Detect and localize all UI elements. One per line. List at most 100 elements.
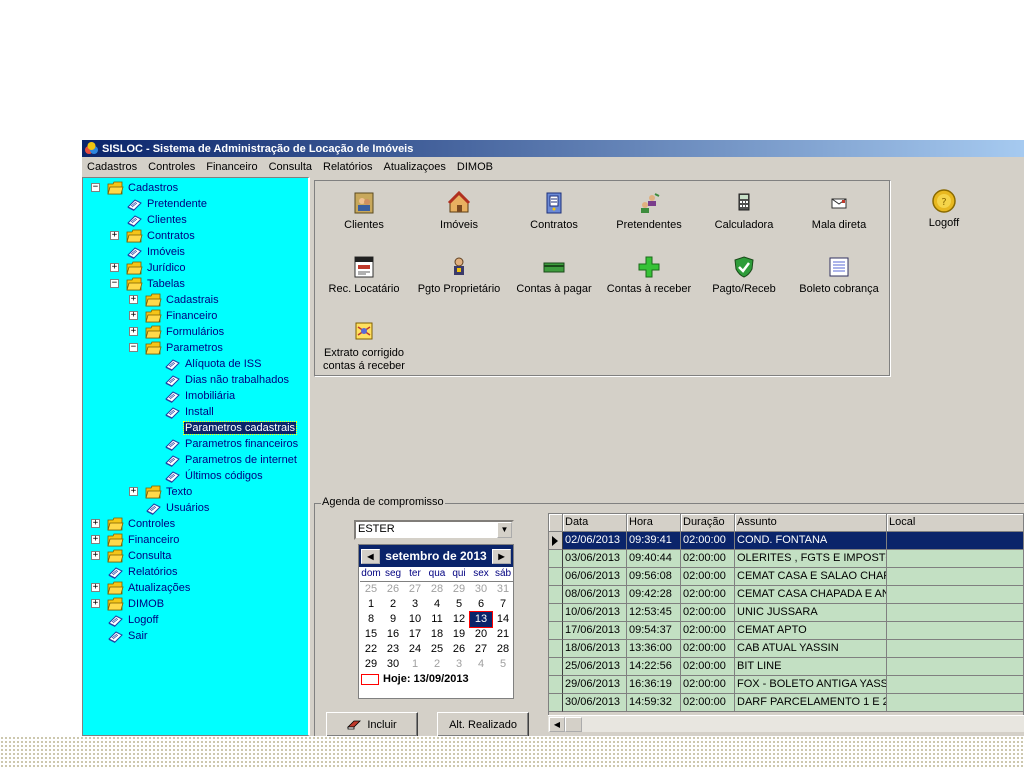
calendar-day[interactable]: 5 bbox=[448, 597, 470, 612]
cell-data[interactable]: 03/06/2013 bbox=[563, 550, 627, 568]
expand-icon[interactable]: + bbox=[91, 535, 100, 544]
calendar-day[interactable]: 26 bbox=[448, 642, 470, 657]
table-row[interactable]: 29/06/2013 16:36:19 02:00:00 FOX - BOLETO A… bbox=[549, 676, 1023, 694]
cell-duracao[interactable]: 02:00:00 bbox=[681, 658, 735, 676]
tree-item[interactable]: + Contratos bbox=[110, 228, 196, 244]
cell-data[interactable]: 18/06/2013 bbox=[563, 640, 627, 658]
toolbar-button-list[interactable]: Boleto cobrança bbox=[792, 255, 886, 296]
tree-item[interactable]: Imóveis bbox=[126, 244, 186, 260]
cell-assunto[interactable]: BIT LINE bbox=[735, 658, 887, 676]
calendar-day[interactable]: 19 bbox=[448, 627, 470, 642]
include-button[interactable]: Incluir bbox=[326, 712, 418, 736]
tree-item[interactable]: − Tabelas bbox=[110, 276, 186, 292]
cell-local[interactable] bbox=[887, 550, 1023, 568]
column-header[interactable]: Hora bbox=[627, 514, 681, 532]
column-header[interactable]: Assunto bbox=[735, 514, 887, 532]
toolbar-button-statement[interactable]: Extrato corrigido contas á receber bbox=[317, 319, 411, 373]
toolbar-button-people[interactable]: Pretendentes bbox=[602, 191, 696, 232]
calendar-day[interactable]: 4 bbox=[426, 597, 448, 612]
calendar-day[interactable]: 14 bbox=[492, 612, 514, 627]
tree-item[interactable]: − Parametros bbox=[129, 340, 224, 356]
tree-item[interactable]: + Controles bbox=[91, 516, 176, 532]
calendar-day[interactable]: 25 bbox=[360, 582, 382, 597]
cell-local[interactable] bbox=[887, 676, 1023, 694]
toolbar-button-house[interactable]: Imóveis bbox=[412, 191, 506, 232]
toolbar-button-owner[interactable]: Pgto Proprietário bbox=[412, 255, 506, 296]
cell-hora[interactable]: 09:56:08 bbox=[627, 568, 681, 586]
calendar-day-today[interactable]: 13 bbox=[469, 611, 493, 628]
toolbar-button-mail[interactable]: Mala direta bbox=[792, 191, 886, 232]
calendar-day[interactable]: 27 bbox=[404, 582, 426, 597]
tree-item[interactable]: Parametros financeiros bbox=[164, 436, 299, 452]
calendar-day[interactable]: 17 bbox=[404, 627, 426, 642]
logoff-button[interactable]: ? Logoff bbox=[922, 188, 966, 229]
cell-hora[interactable]: 09:54:37 bbox=[627, 622, 681, 640]
column-header[interactable]: Duração bbox=[681, 514, 735, 532]
toolbar-button-clients[interactable]: Clientes bbox=[317, 191, 411, 232]
calendar-day[interactable]: 24 bbox=[404, 642, 426, 657]
tree-item[interactable]: + Atualizações bbox=[91, 580, 191, 596]
collapse-icon[interactable]: − bbox=[129, 343, 138, 352]
collapse-icon[interactable]: − bbox=[110, 279, 119, 288]
menu-item-1[interactable]: Controles bbox=[143, 157, 201, 177]
cell-assunto[interactable]: OLERITES , FGTS E IMPOSTO bbox=[735, 550, 887, 568]
cell-data[interactable]: 25/06/2013 bbox=[563, 658, 627, 676]
calendar-day[interactable]: 22 bbox=[360, 642, 382, 657]
calendar-day[interactable]: 28 bbox=[426, 582, 448, 597]
expand-icon[interactable]: + bbox=[91, 519, 100, 528]
calendar-day[interactable]: 28 bbox=[492, 642, 514, 657]
cell-assunto[interactable]: CEMAT CASA E SALAO CHAP bbox=[735, 568, 887, 586]
calendar-day[interactable]: 29 bbox=[448, 582, 470, 597]
cell-hora[interactable]: 16:36:19 bbox=[627, 676, 681, 694]
tree-item[interactable]: Relatórios bbox=[107, 564, 179, 580]
user-select[interactable]: ESTER ▼ bbox=[354, 520, 514, 540]
expand-icon[interactable]: + bbox=[129, 295, 138, 304]
calendar-day[interactable]: 27 bbox=[470, 642, 492, 657]
cell-local[interactable] bbox=[887, 604, 1023, 622]
cell-hora[interactable]: 14:59:32 bbox=[627, 694, 681, 712]
cell-data[interactable]: 10/06/2013 bbox=[563, 604, 627, 622]
calendar-day[interactable]: 23 bbox=[382, 642, 404, 657]
calendar-day[interactable]: 4 bbox=[470, 657, 492, 672]
cell-duracao[interactable]: 02:00:00 bbox=[681, 550, 735, 568]
table-row[interactable]: 08/06/2013 09:42:28 02:00:00 CEMAT CASA CHA… bbox=[549, 586, 1023, 604]
cell-assunto[interactable]: UNIC JUSSARA bbox=[735, 604, 887, 622]
calendar-day[interactable]: 12 bbox=[448, 612, 470, 627]
cell-local[interactable] bbox=[887, 532, 1023, 550]
cell-hora[interactable]: 13:36:00 bbox=[627, 640, 681, 658]
calendar-day[interactable]: 16 bbox=[382, 627, 404, 642]
cell-local[interactable] bbox=[887, 622, 1023, 640]
toolbar-button-contract[interactable]: Contratos bbox=[507, 191, 601, 232]
cell-duracao[interactable]: 02:00:00 bbox=[681, 622, 735, 640]
dropdown-arrow-icon[interactable]: ▼ bbox=[497, 522, 512, 538]
tree-item[interactable]: + Cadastrais bbox=[129, 292, 220, 308]
calendar-day[interactable]: 9 bbox=[382, 612, 404, 627]
table-row[interactable]: 18/06/2013 13:36:00 02:00:00 CAB ATUAL YASS… bbox=[549, 640, 1023, 658]
prev-month-button[interactable]: ◀ bbox=[361, 548, 380, 564]
cell-data[interactable]: 06/06/2013 bbox=[563, 568, 627, 586]
cell-assunto[interactable]: FOX - BOLETO ANTIGA YASS bbox=[735, 676, 887, 694]
column-header[interactable]: Local bbox=[887, 514, 1023, 532]
table-row[interactable]: 06/06/2013 09:56:08 02:00:00 CEMAT CASA E S… bbox=[549, 568, 1023, 586]
cell-duracao[interactable]: 02:00:00 bbox=[681, 586, 735, 604]
expand-icon[interactable]: + bbox=[91, 583, 100, 592]
calendar-day[interactable]: 3 bbox=[404, 597, 426, 612]
toolbar-button-calculator[interactable]: Calculadora bbox=[697, 191, 791, 232]
cell-duracao[interactable]: 02:00:00 bbox=[681, 604, 735, 622]
menu-item-4[interactable]: Relatórios bbox=[318, 157, 379, 177]
calendar-day[interactable]: 6 bbox=[470, 597, 492, 612]
menu-item-3[interactable]: Consulta bbox=[264, 157, 318, 177]
calendar-day[interactable]: 30 bbox=[382, 657, 404, 672]
toolbar-button-shield-check[interactable]: Pagto/Receb bbox=[697, 255, 791, 296]
collapse-icon[interactable]: − bbox=[91, 183, 100, 192]
cell-assunto[interactable]: CEMAT APTO bbox=[735, 622, 887, 640]
calendar-day[interactable]: 20 bbox=[470, 627, 492, 642]
cell-data[interactable]: 17/06/2013 bbox=[563, 622, 627, 640]
scroll-left-icon[interactable]: ◀ bbox=[549, 717, 565, 732]
cell-hora[interactable]: 14:22:56 bbox=[627, 658, 681, 676]
menu-item-2[interactable]: Financeiro bbox=[201, 157, 263, 177]
tree-item[interactable]: + Consulta bbox=[91, 548, 172, 564]
cell-assunto[interactable]: CEMAT CASA CHAPADA E AN bbox=[735, 586, 887, 604]
calendar-day[interactable]: 5 bbox=[492, 657, 514, 672]
next-month-button[interactable]: ▶ bbox=[491, 548, 511, 564]
